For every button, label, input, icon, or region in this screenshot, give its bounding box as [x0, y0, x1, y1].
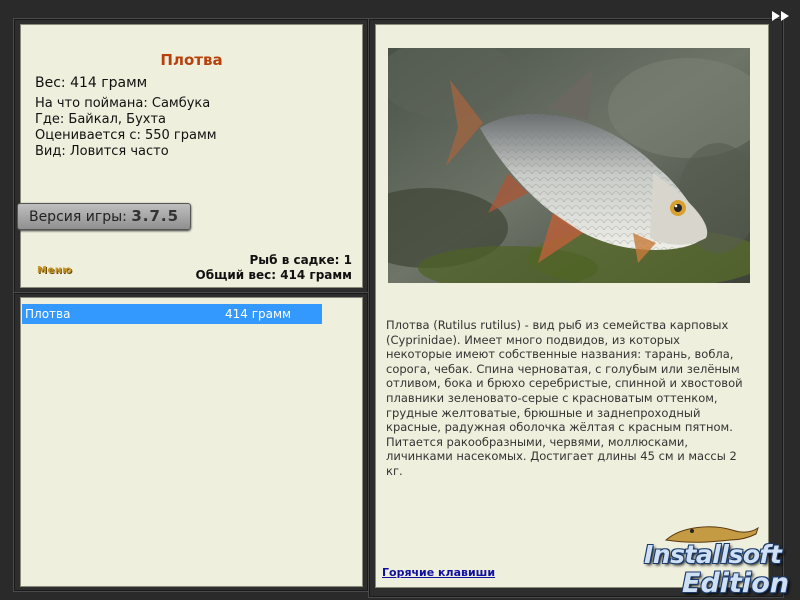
frequency-line: Вид: Ловится часто	[35, 144, 169, 159]
fish-weight: Вес: 414 грамм	[35, 75, 148, 91]
menu-button[interactable]: Меню	[37, 265, 72, 276]
catch-weight: 414 грамм	[225, 307, 292, 321]
keepnet-fish-count: Рыб в садке: 1	[249, 253, 353, 267]
watermark-line2: Edition	[682, 568, 789, 599]
fish-photo	[388, 48, 750, 283]
rated-from-line: Оценивается с: 550 грамм	[35, 128, 217, 143]
installsoft-watermark: Installsoft Edition	[640, 518, 800, 600]
version-label: Версия игры:	[28, 209, 127, 225]
catch-list-panel: Плотва 414 грамм	[20, 297, 363, 587]
list-item[interactable]: Плотва 414 грамм	[22, 304, 322, 324]
watermark-line1: Installsoft	[644, 540, 782, 569]
version-number: 3.7.5	[131, 207, 180, 225]
version-badge: Версия игры: 3.7.5	[17, 203, 191, 230]
hotkeys-link[interactable]: Горячие клавиши	[382, 566, 495, 579]
fish-description-panel: Плотва (Rutilus rutilus) - вид рыб из се…	[375, 24, 769, 588]
double-chevron-right-icon[interactable]	[770, 8, 794, 24]
fish-name-title: Плотва	[160, 51, 223, 69]
location-line: Где: Байкал, Бухта	[35, 112, 166, 127]
fish-description-text: Плотва (Rutilus rutilus) - вид рыб из се…	[386, 318, 743, 478]
fish-info-panel: Плотва Вес: 414 грамм На что поймана: Са…	[20, 24, 363, 288]
keepnet-total-weight: Общий вес: 414 грамм	[195, 268, 352, 282]
bait-line: На что поймана: Самбука	[35, 96, 211, 111]
catch-name: Плотва	[25, 307, 71, 321]
